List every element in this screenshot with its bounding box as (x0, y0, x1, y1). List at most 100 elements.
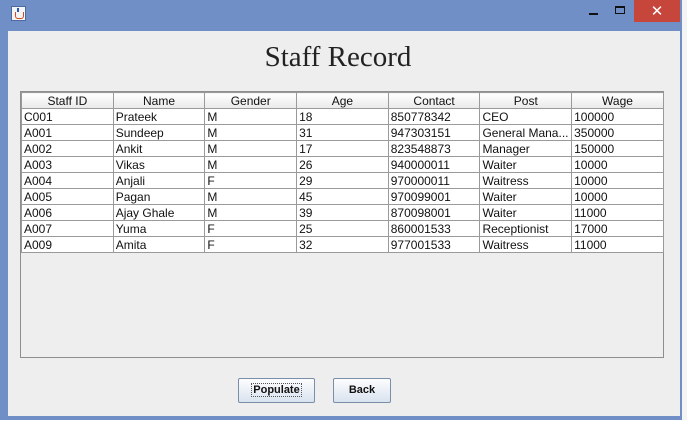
close-icon: ✕ (650, 2, 664, 20)
cell-contact[interactable]: 860001533 (387, 220, 481, 237)
cell-gender[interactable]: M (204, 156, 298, 173)
cell-contact[interactable]: 947303151 (387, 124, 481, 141)
cell-contact[interactable]: 940000011 (387, 156, 481, 173)
java-app-icon[interactable] (11, 6, 26, 21)
table-row[interactable]: A004 Anjali F 29 970000011 Waitress 1000… (21, 172, 664, 189)
cell-contact[interactable]: 870098001 (387, 204, 481, 221)
cell-age[interactable]: 17 (296, 140, 389, 157)
table-row[interactable]: A006 Ajay Ghale M 39 870098001 Waiter 11… (21, 204, 664, 221)
cell-age[interactable]: 45 (296, 188, 389, 205)
cell-post[interactable]: CEO (479, 108, 573, 125)
cell-gender[interactable]: M (204, 188, 298, 205)
title-bar[interactable]: ✕ (0, 0, 682, 28)
column-header-name[interactable]: Name (112, 92, 206, 109)
back-button-label: Back (348, 384, 376, 396)
cell-contact[interactable]: 970000011 (387, 172, 481, 189)
cell-staff-id[interactable]: A003 (21, 156, 114, 173)
cell-age[interactable]: 29 (296, 172, 389, 189)
cell-name[interactable]: Ajay Ghale (112, 204, 206, 221)
close-button[interactable]: ✕ (634, 0, 680, 22)
cell-staff-id[interactable]: A002 (21, 140, 114, 157)
cell-wage[interactable]: 11000 (571, 204, 664, 221)
cell-wage[interactable]: 11000 (571, 236, 664, 253)
cell-wage[interactable]: 17000 (571, 220, 664, 237)
cell-staff-id[interactable]: A006 (21, 204, 114, 221)
cell-wage[interactable]: 150000 (571, 140, 664, 157)
cell-wage[interactable]: 350000 (571, 124, 664, 141)
cell-name[interactable]: Amita (112, 236, 206, 253)
cell-staff-id[interactable]: A009 (21, 236, 114, 253)
staff-table-scrollpane[interactable]: Staff ID Name Gender Age Contact Post Wa… (20, 91, 664, 358)
column-header-post[interactable]: Post (479, 92, 573, 109)
cell-name[interactable]: Yuma (112, 220, 206, 237)
minimize-button[interactable] (580, 0, 606, 22)
cell-staff-id[interactable]: A001 (21, 124, 114, 141)
table-row[interactable]: A007 Yuma F 25 860001533 Receptionist 17… (21, 220, 664, 237)
cell-post[interactable]: Waiter (479, 156, 573, 173)
column-header-gender[interactable]: Gender (204, 92, 298, 109)
table-row[interactable]: C001 Prateek M 18 850778342 CEO 100000 (21, 108, 664, 125)
minimize-icon (589, 13, 598, 15)
cell-contact[interactable]: 977001533 (387, 236, 481, 253)
populate-button[interactable]: Populate (238, 378, 315, 403)
cell-wage[interactable]: 100000 (571, 108, 664, 125)
cell-gender[interactable]: F (204, 172, 298, 189)
cell-age[interactable]: 26 (296, 156, 389, 173)
cell-gender[interactable]: M (204, 140, 298, 157)
column-header-wage[interactable]: Wage (571, 92, 664, 109)
cell-gender[interactable]: M (204, 108, 298, 125)
content-panel: Staff Record Staff ID Name Gender Age Co… (8, 31, 680, 416)
cell-gender[interactable]: M (204, 124, 298, 141)
cell-contact[interactable]: 970099001 (387, 188, 481, 205)
staff-table[interactable]: Staff ID Name Gender Age Contact Post Wa… (21, 92, 664, 253)
table-row[interactable]: A009 Amita F 32 977001533 Waitress 11000 (21, 236, 664, 253)
table-row[interactable]: A005 Pagan M 45 970099001 Waiter 10000 (21, 188, 664, 205)
cell-age[interactable]: 18 (296, 108, 389, 125)
cell-staff-id[interactable]: A005 (21, 188, 114, 205)
column-header-age[interactable]: Age (296, 92, 389, 109)
back-button[interactable]: Back (333, 378, 391, 403)
cell-staff-id[interactable]: A004 (21, 172, 114, 189)
cell-post[interactable]: Manager (479, 140, 573, 157)
cell-staff-id[interactable]: A007 (21, 220, 114, 237)
cell-wage[interactable]: 10000 (571, 156, 664, 173)
cell-post[interactable]: Waiter (479, 204, 573, 221)
cell-wage[interactable]: 10000 (571, 188, 664, 205)
cell-age[interactable]: 39 (296, 204, 389, 221)
cell-name[interactable]: Anjali (112, 172, 206, 189)
app-window: ✕ Staff Record Staff ID Name Gender Age … (0, 0, 682, 420)
cell-post[interactable]: General Mana... (479, 124, 573, 141)
maximize-button[interactable] (607, 0, 633, 22)
cell-gender[interactable]: M (204, 204, 298, 221)
cell-name[interactable]: Ankit (112, 140, 206, 157)
cell-gender[interactable]: F (204, 236, 298, 253)
cell-post[interactable]: Waitress (479, 236, 573, 253)
cell-name[interactable]: Sundeep (112, 124, 206, 141)
table-header-row: Staff ID Name Gender Age Contact Post Wa… (21, 92, 664, 109)
column-header-contact[interactable]: Contact (387, 92, 481, 109)
column-header-staff-id[interactable]: Staff ID (21, 92, 114, 109)
cell-name[interactable]: Pagan (112, 188, 206, 205)
cell-age[interactable]: 31 (296, 124, 389, 141)
page-title: Staff Record (264, 41, 412, 73)
desktop-background-right (682, 0, 687, 420)
cell-name[interactable]: Prateek (112, 108, 206, 125)
cell-contact[interactable]: 823548873 (387, 140, 481, 157)
cell-staff-id[interactable]: C001 (21, 108, 114, 125)
table-row[interactable]: A003 Vikas M 26 940000011 Waiter 10000 (21, 156, 664, 173)
cell-wage[interactable]: 10000 (571, 172, 664, 189)
java-cup-mark (15, 12, 24, 19)
cell-post[interactable]: Waitress (479, 172, 573, 189)
cell-age[interactable]: 32 (296, 236, 389, 253)
cell-post[interactable]: Receptionist (479, 220, 573, 237)
cell-post[interactable]: Waiter (479, 188, 573, 205)
populate-button-label: Populate (251, 383, 302, 397)
maximize-icon (615, 6, 625, 14)
cell-contact[interactable]: 850778342 (387, 108, 481, 125)
cell-age[interactable]: 25 (296, 220, 389, 237)
cell-name[interactable]: Vikas (112, 156, 206, 173)
desktop-background-bottom (0, 420, 687, 425)
cell-gender[interactable]: F (204, 220, 298, 237)
table-row[interactable]: A001 Sundeep M 31 947303151 General Mana… (21, 124, 664, 141)
table-row[interactable]: A002 Ankit M 17 823548873 Manager 150000 (21, 140, 664, 157)
